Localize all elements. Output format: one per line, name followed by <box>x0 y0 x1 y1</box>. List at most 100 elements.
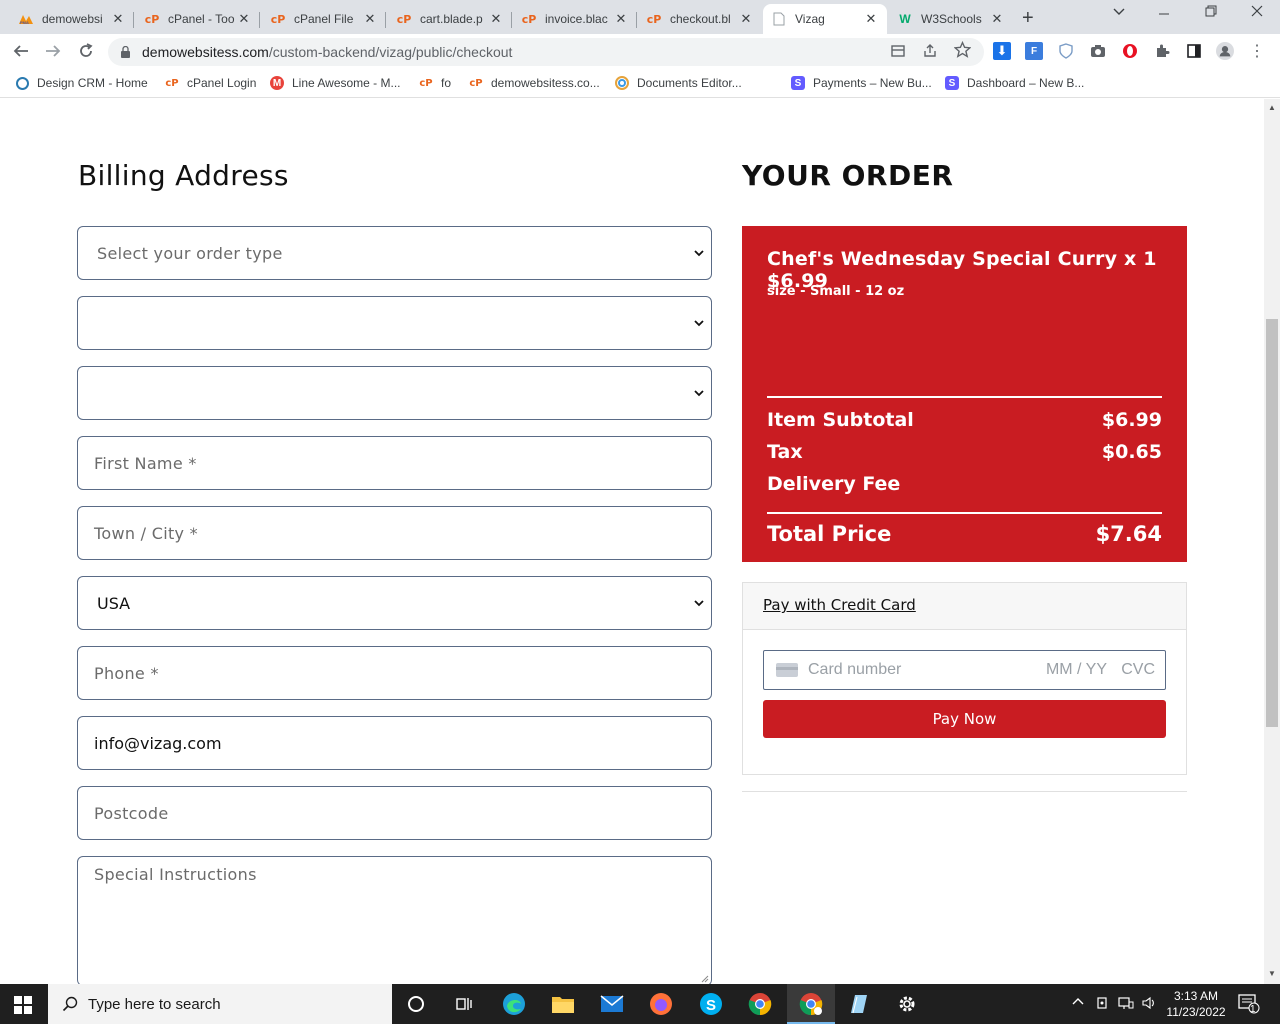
reading-mode-icon[interactable] <box>890 43 906 63</box>
resize-grip-icon[interactable] <box>701 975 709 983</box>
secondary-select[interactable] <box>77 296 712 350</box>
fireshot-extension-icon[interactable]: F <box>1025 42 1043 60</box>
card-number-input[interactable]: Card number MM / YY CVC <box>763 650 1166 690</box>
stripe-icon: S <box>945 76 959 90</box>
scroll-thumb[interactable] <box>1266 319 1278 727</box>
your-order-heading: YOUR ORDER <box>742 159 954 192</box>
tab-vizag[interactable]: Vizag ✕ <box>763 4 887 34</box>
phpmyadmin-icon: PMA <box>18 11 34 27</box>
firefox-icon[interactable] <box>647 990 675 1018</box>
minimize-icon[interactable] <box>1157 2 1171 25</box>
skype-icon[interactable]: S <box>697 990 725 1018</box>
taskbar-search-box[interactable]: Type here to search <box>48 984 392 1024</box>
tab-invoice-blade[interactable]: cP invoice.blac ✕ <box>513 4 637 34</box>
tab-w3schools[interactable]: W W3Schools ✕ <box>889 4 1013 34</box>
page-scrollbar[interactable]: ▲ ▼ <box>1264 99 1280 984</box>
close-icon[interactable]: ✕ <box>989 11 1005 27</box>
back-icon[interactable] <box>12 42 30 65</box>
extensions-puzzle-icon[interactable] <box>1153 42 1171 60</box>
bookmark-documents-editor[interactable]: Documents Editor... <box>615 76 742 90</box>
file-explorer-icon[interactable] <box>549 990 577 1018</box>
edge-icon[interactable] <box>500 990 528 1018</box>
download-extension-icon[interactable]: ⬇ <box>993 42 1011 60</box>
country-select[interactable]: USA <box>77 576 712 630</box>
meet-now-icon[interactable] <box>1096 996 1110 1013</box>
bookmark-fo[interactable]: cP fo <box>419 76 451 90</box>
town-city-field[interactable]: Town / City * <box>77 506 712 560</box>
tab-search-icon[interactable] <box>1112 4 1126 21</box>
volume-icon[interactable] <box>1142 996 1156 1013</box>
tab-checkout-blade[interactable]: cP checkout.bl ✕ <box>638 4 762 34</box>
postcode-field[interactable]: Postcode <box>77 786 712 840</box>
cortana-icon[interactable] <box>402 990 430 1018</box>
bookmark-design-crm[interactable]: Design CRM - Home <box>16 76 148 90</box>
restore-icon[interactable] <box>1204 4 1218 21</box>
documents-editor-icon <box>615 76 629 90</box>
special-instructions-textarea[interactable]: Special Instructions <box>77 856 712 984</box>
card-cvc-input[interactable]: CVC <box>1121 661 1155 679</box>
cpanel-icon: cP <box>646 12 662 26</box>
bookmark-cpanel-login[interactable]: cP cPanel Login <box>165 76 256 90</box>
profile-avatar-icon[interactable] <box>1216 42 1234 60</box>
new-tab-button[interactable]: + <box>1022 7 1034 30</box>
tab-cart-blade[interactable]: cP cart.blade.p ✕ <box>388 4 512 34</box>
task-view-icon[interactable] <box>450 990 478 1018</box>
bookmark-dashboard[interactable]: S Dashboard – New B... <box>945 76 1084 90</box>
tab-cpanel-tools[interactable]: cP cPanel - Too ✕ <box>136 4 260 34</box>
close-icon[interactable]: ✕ <box>110 11 126 27</box>
bookmark-demowebsitess[interactable]: cP demowebsitess.co... <box>469 76 599 90</box>
shield-extension-icon[interactable] <box>1057 42 1075 60</box>
side-panel-icon[interactable] <box>1185 42 1203 60</box>
reload-icon[interactable] <box>77 42 95 65</box>
close-icon[interactable]: ✕ <box>613 11 629 27</box>
line-awesome-icon: M <box>270 76 284 90</box>
close-icon[interactable]: ✕ <box>863 11 879 27</box>
close-icon[interactable]: ✕ <box>488 11 504 27</box>
tab-demowebsi[interactable]: PMA demowebsi ✕ <box>10 4 134 34</box>
close-icon[interactable]: ✕ <box>738 11 754 27</box>
settings-gear-icon[interactable] <box>893 990 921 1018</box>
w3schools-icon: W <box>899 12 911 26</box>
lock-icon[interactable] <box>120 45 132 58</box>
network-icon[interactable] <box>1118 996 1134 1013</box>
windows-start-icon[interactable] <box>14 996 32 1014</box>
tab-cpanel-file[interactable]: cP cPanel File ✕ <box>262 4 386 34</box>
share-icon[interactable] <box>922 43 938 63</box>
mail-icon[interactable] <box>598 990 626 1018</box>
bookmark-line-awesome[interactable]: M Line Awesome - M... <box>270 76 401 90</box>
bookmark-star-icon[interactable] <box>953 40 972 62</box>
camera-extension-icon[interactable] <box>1089 42 1107 60</box>
close-icon[interactable]: ✕ <box>362 11 378 27</box>
tertiary-select[interactable] <box>77 366 712 420</box>
bookmark-payments[interactable]: S Payments – New Bu... <box>791 76 932 90</box>
notes-app-icon[interactable] <box>844 990 872 1018</box>
notification-center-icon[interactable] <box>1238 994 1260 1017</box>
phone-field[interactable]: Phone * <box>77 646 712 700</box>
email-field[interactable]: info@vizag.com <box>77 716 712 770</box>
browser-toolbar: demowebsitess.com/custom-backend/vizag/p… <box>0 34 1280 70</box>
chrome-profile-icon[interactable] <box>797 990 825 1018</box>
pay-with-credit-card-link[interactable]: Pay with Credit Card <box>763 596 916 614</box>
card-expiry-input[interactable]: MM / YY <box>1046 661 1107 679</box>
cpanel-icon: cP <box>469 77 483 89</box>
chrome-icon[interactable] <box>746 990 774 1018</box>
opera-extension-icon[interactable] <box>1121 42 1139 60</box>
order-type-select[interactable]: Select your order type <box>77 226 712 280</box>
url-path: /custom-backend/vizag/public/checkout <box>268 44 513 60</box>
chevron-down-icon <box>694 390 704 397</box>
scroll-up-icon[interactable]: ▲ <box>1268 103 1276 112</box>
close-window-icon[interactable] <box>1250 4 1264 21</box>
order-summary-box: Chef's Wednesday Special Curry x 1 $6.99… <box>742 226 1187 562</box>
scroll-down-icon[interactable]: ▼ <box>1268 969 1276 978</box>
first-name-field[interactable]: First Name * <box>77 436 712 490</box>
more-menu-icon[interactable]: ⋮ <box>1248 42 1266 60</box>
forward-icon[interactable] <box>44 42 62 65</box>
pay-now-button[interactable]: Pay Now <box>763 700 1166 738</box>
close-icon[interactable]: ✕ <box>236 11 252 27</box>
taskbar-clock[interactable]: 3:13 AM 11/23/2022 <box>1158 988 1234 1020</box>
address-bar[interactable]: demowebsitess.com/custom-backend/vizag/p… <box>108 38 984 66</box>
url-domain: demowebsitess.com <box>142 44 269 60</box>
tray-chevron-up-icon[interactable] <box>1072 996 1084 1011</box>
tab-strip: PMA demowebsi ✕ cP cPanel - Too ✕ cP cPa… <box>0 0 1280 34</box>
payment-box: Pay with Credit Card Card number MM / YY… <box>742 582 1187 775</box>
